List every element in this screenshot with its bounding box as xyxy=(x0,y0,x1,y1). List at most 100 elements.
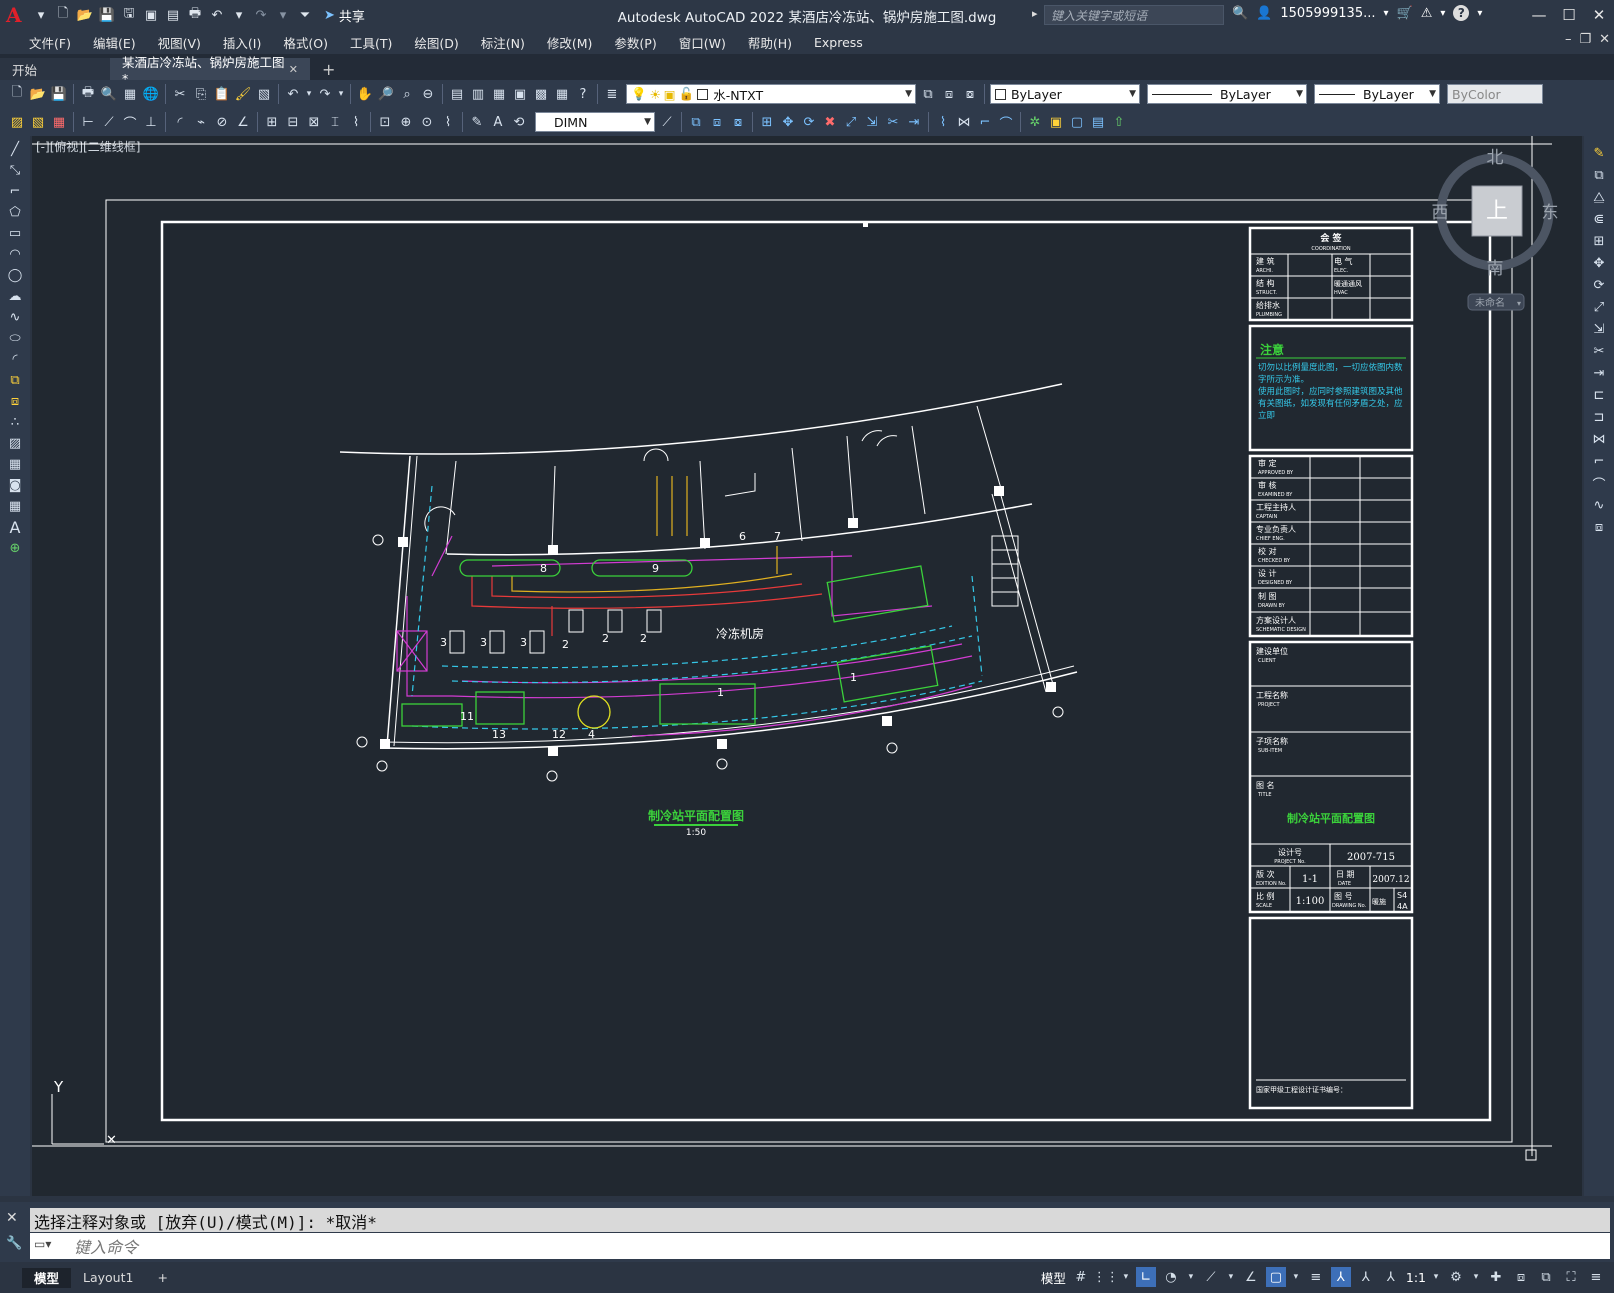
polar-icon[interactable]: ◔ xyxy=(1161,1267,1181,1287)
menu-dimension[interactable]: 标注(N) xyxy=(470,33,536,52)
polygon-icon[interactable]: ⬠ xyxy=(6,203,24,221)
array-icon[interactable]: ⊞ xyxy=(1590,232,1608,250)
tab-model[interactable]: 模型 xyxy=(22,1267,72,1288)
help-icon[interactable]: ? xyxy=(1453,5,1470,21)
revision-cloud-icon[interactable]: ☁ xyxy=(6,287,24,305)
caret-down-icon[interactable]: ▾ xyxy=(1471,1267,1481,1287)
match-properties-icon[interactable]: 🖌 xyxy=(234,85,252,103)
chevron-down-icon[interactable]: ▼ xyxy=(644,117,651,127)
save-icon[interactable]: 💾 xyxy=(50,85,68,103)
aligned-dimension-icon[interactable]: ⟋ xyxy=(100,113,118,131)
array-icon[interactable]: ⊞ xyxy=(758,113,776,131)
customize-qat-icon[interactable]: ⏷ xyxy=(296,6,314,24)
caret-down-icon[interactable]: ▾ xyxy=(1226,1267,1236,1287)
baseline-dimension-icon[interactable]: ⊟ xyxy=(284,113,302,131)
clean-screen-icon[interactable]: ⛶ xyxy=(1561,1267,1581,1287)
light-bulb-icon[interactable]: 💡 xyxy=(631,86,647,102)
erase-icon[interactable]: ✎ xyxy=(1590,144,1608,162)
block-editor-icon[interactable]: ▧ xyxy=(255,85,273,103)
autodesk-a360-icon[interactable]: ⚠ xyxy=(1421,6,1433,21)
gradient-icon[interactable]: ▦ xyxy=(6,455,24,473)
linetype-dropdown[interactable]: ByLayer ▼ xyxy=(1147,84,1307,104)
dim-front-icon[interactable]: ▦ xyxy=(50,113,68,131)
region-icon[interactable]: ◙ xyxy=(6,476,24,494)
paste-icon[interactable]: 📋 xyxy=(213,85,231,103)
extend-icon[interactable]: ⇥ xyxy=(1590,364,1608,382)
redo-icon[interactable]: ↷ xyxy=(252,6,270,24)
trim-icon[interactable]: ✂ xyxy=(884,113,902,131)
circle-icon[interactable]: ◯ xyxy=(6,266,24,284)
close-icon[interactable]: ✕ xyxy=(1584,0,1614,30)
help-search-input[interactable]: 键入关键字或短语 xyxy=(1044,5,1224,25)
tab-drawing[interactable]: 某酒店冷冻站、锅炉房施工图* ✕ xyxy=(110,55,310,86)
scale-icon[interactable]: ⤢ xyxy=(842,113,860,131)
stretch-icon[interactable]: ⇲ xyxy=(1590,320,1608,338)
chamfer-icon[interactable]: ⌐ xyxy=(976,113,994,131)
minimize-icon[interactable]: — xyxy=(1524,0,1554,30)
explode-icon[interactable]: ✲ xyxy=(1026,113,1044,131)
new-tab-button[interactable]: + xyxy=(310,58,347,80)
publish-web-icon[interactable]: 🌐 xyxy=(142,85,160,103)
command-input[interactable]: ▭▾ 键入命令 xyxy=(30,1233,1610,1259)
linear-dimension-icon[interactable]: ⊢ xyxy=(79,113,97,131)
menu-file[interactable]: 文件(F) xyxy=(18,33,82,52)
tolerance-icon[interactable]: ⊡ xyxy=(376,113,394,131)
help-icon[interactable]: ? xyxy=(574,85,592,103)
viewcube-top-label[interactable]: 上 xyxy=(1486,199,1508,224)
caret-down-icon[interactable]: ▾ xyxy=(1291,1267,1301,1287)
isolate-objects-icon[interactable]: ⧈ xyxy=(1511,1267,1531,1287)
break-icon[interactable]: ⌇ xyxy=(934,113,952,131)
caret-down-icon[interactable]: ▾ xyxy=(1440,8,1445,19)
diameter-dimension-icon[interactable]: ⊘ xyxy=(213,113,231,131)
caret-down-icon[interactable]: ▾ xyxy=(1186,1267,1196,1287)
plotstyle-dropdown[interactable]: ByColor xyxy=(1447,84,1543,104)
design-center-icon[interactable]: ▥ xyxy=(469,85,487,103)
layer-states-icon[interactable]: ⧇ xyxy=(961,85,979,103)
save-web-icon[interactable]: ▤ xyxy=(164,6,182,24)
undo-dropdown-icon[interactable]: ▾ xyxy=(305,85,313,103)
annotation-scale-value[interactable]: 1:1 xyxy=(1406,1270,1426,1285)
pan-icon[interactable]: ✋ xyxy=(356,85,374,103)
line-icon[interactable]: ╱ xyxy=(6,140,24,158)
wrench-icon[interactable]: 🔧 xyxy=(6,1236,22,1251)
caret-down-icon[interactable]: ▾ xyxy=(1121,1267,1131,1287)
open-icon[interactable]: 📂 xyxy=(29,85,47,103)
object-snap-icon[interactable]: ▢ xyxy=(1265,1267,1286,1287)
move-icon[interactable]: ✥ xyxy=(779,113,797,131)
chevron-down-icon[interactable]: ▾ xyxy=(1517,299,1521,308)
cart-icon[interactable]: 🛒 xyxy=(1397,6,1413,21)
layer-properties-icon[interactable]: ≣ xyxy=(603,85,621,103)
angular-dimension-icon[interactable]: ∠ xyxy=(234,113,252,131)
offset-icon[interactable]: ⧇ xyxy=(729,113,747,131)
viewcube-west[interactable]: 西 xyxy=(1432,203,1449,223)
workspace-gear-icon[interactable]: ⚙ xyxy=(1446,1267,1466,1287)
menu-draw[interactable]: 绘图(D) xyxy=(403,33,469,52)
model-space-button[interactable]: 模型 xyxy=(1041,1268,1066,1287)
blend-curves-icon[interactable]: ∿ xyxy=(1590,496,1608,514)
scale-icon[interactable]: ⤢ xyxy=(1590,298,1608,316)
quick-dimension-icon[interactable]: ⊞ xyxy=(263,113,281,131)
close-tab-icon[interactable]: ✕ xyxy=(289,63,298,76)
user-account-button[interactable]: 1505999135... xyxy=(1280,6,1375,21)
undo-icon[interactable]: ↶ xyxy=(284,85,302,103)
auto-scale-icon[interactable]: ⅄ xyxy=(1356,1267,1376,1287)
zoom-realtime-icon[interactable]: 🔎 xyxy=(377,85,395,103)
redo-dropdown-icon[interactable]: ▾ xyxy=(337,85,345,103)
erase-icon[interactable]: ✖ xyxy=(821,113,839,131)
redo-dropdown-icon[interactable]: ▾ xyxy=(274,6,292,24)
point-icon[interactable]: ∴ xyxy=(6,413,24,431)
undo-icon[interactable]: ↶ xyxy=(208,6,226,24)
ellipse-icon[interactable]: ⬭ xyxy=(6,329,24,347)
menu-parameter[interactable]: 参数(P) xyxy=(603,33,667,52)
dimension-break-icon[interactable]: ⌇ xyxy=(347,113,365,131)
properties-icon[interactable]: ▤ xyxy=(448,85,466,103)
grid-icon[interactable]: # xyxy=(1071,1267,1091,1287)
tab-start[interactable]: 开始 xyxy=(0,58,110,80)
customize-icon[interactable]: ≡ xyxy=(1586,1267,1606,1287)
zoom-previous-icon[interactable]: ⊖ xyxy=(419,85,437,103)
isodraft-icon[interactable]: ⟋ xyxy=(1201,1267,1221,1287)
mirror-object-icon[interactable]: ⧈ xyxy=(708,113,726,131)
table-icon[interactable]: ▦ xyxy=(6,497,24,515)
join-icon[interactable]: ⋈ xyxy=(1590,430,1608,448)
menu-insert[interactable]: 插入(I) xyxy=(212,33,272,52)
